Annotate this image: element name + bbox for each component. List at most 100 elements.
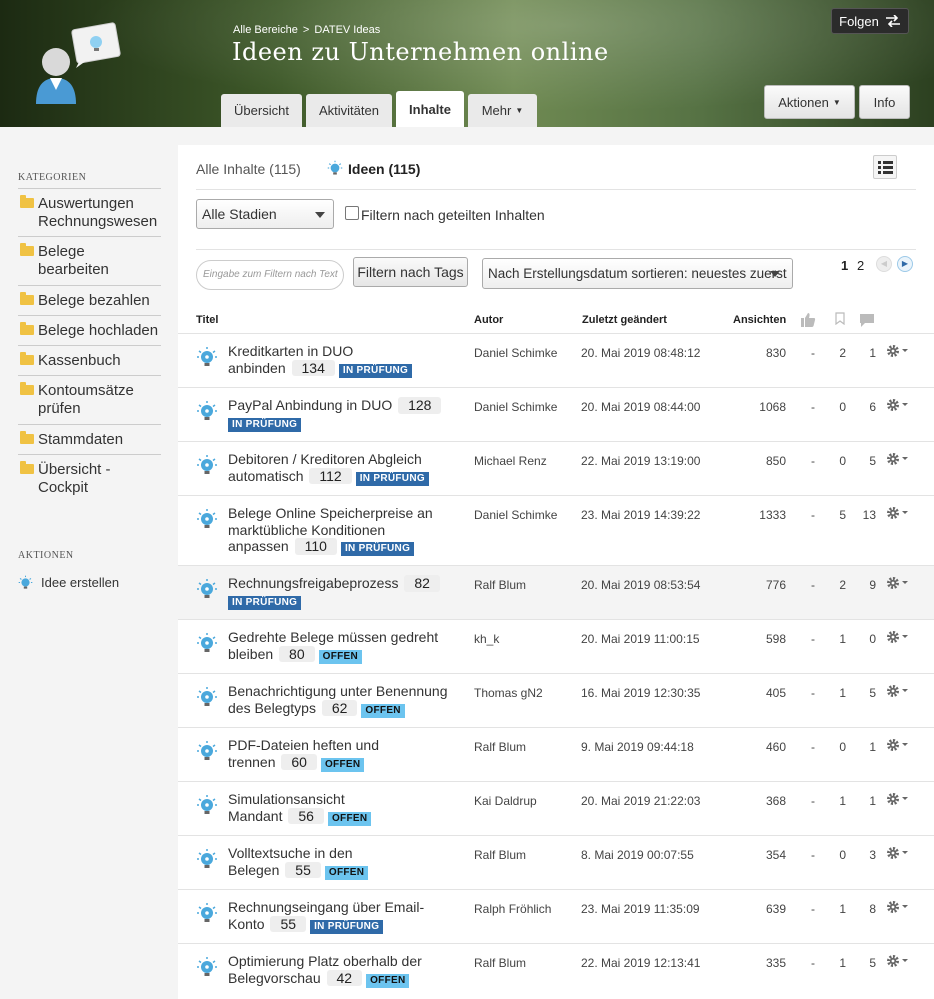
breadcrumb-current[interactable]: DATEV Ideas bbox=[314, 24, 380, 36]
author-link[interactable]: Ralf Blum bbox=[474, 848, 526, 862]
column-title[interactable]: Titel bbox=[196, 314, 218, 326]
idea-title-text[interactable]: Gedrehte Belege müssen gedreht bbox=[228, 629, 438, 645]
gear-icon[interactable] bbox=[886, 737, 910, 753]
idea-title-text[interactable]: Belege Online Speicherpreise an bbox=[228, 505, 433, 521]
sidebar-category-item[interactable]: Auswertungen Rechnungswesen bbox=[18, 188, 161, 231]
gear-icon[interactable] bbox=[886, 953, 910, 969]
idea-title[interactable]: Gedrehte Belege müssen gedreht bleiben 80… bbox=[228, 629, 458, 664]
author-link[interactable]: Ralf Blum bbox=[474, 740, 526, 754]
idea-title-text[interactable]: Rechnungseingang über Email- bbox=[228, 899, 424, 915]
idea-title[interactable]: Rechnungseingang über Email- Konto 55 IN P… bbox=[228, 899, 458, 934]
gear-icon[interactable] bbox=[886, 575, 910, 591]
author-link[interactable]: kh_k bbox=[474, 632, 499, 646]
author-link[interactable]: Daniel Schimke bbox=[474, 508, 557, 522]
idea-title-text[interactable]: PDF-Dateien heften und bbox=[228, 737, 379, 753]
ideas-filter-link[interactable]: Ideen (115) bbox=[348, 161, 420, 177]
idea-title[interactable]: Rechnungsfreigabeprozess 82 IN PRÜFUNG bbox=[228, 575, 458, 610]
idea-title-text[interactable]: Rechnungsfreigabeprozess bbox=[228, 575, 398, 591]
filter-tags-button[interactable]: Filtern nach Tags bbox=[353, 257, 468, 287]
idea-title-text[interactable]: Volltextsuche in den bbox=[228, 845, 353, 861]
gear-icon[interactable] bbox=[886, 397, 910, 413]
idea-title[interactable]: Benachrichtigung unter Benennung des Bele… bbox=[228, 683, 458, 718]
sidebar-category-item[interactable]: Belege hochladen bbox=[18, 315, 161, 340]
gear-icon[interactable] bbox=[886, 629, 910, 645]
author-link[interactable]: Thomas gN2 bbox=[474, 686, 543, 700]
sidebar-category-item[interactable]: Übersicht - Cockpit bbox=[18, 454, 161, 497]
idea-title-text[interactable]: Debitoren / Kreditoren Abgleich bbox=[228, 451, 422, 467]
column-views[interactable]: Ansichten bbox=[733, 314, 786, 326]
gear-icon[interactable] bbox=[886, 791, 910, 807]
page-2-link[interactable]: 2 bbox=[857, 258, 864, 273]
idea-title-text[interactable]: des Belegtyps bbox=[228, 700, 316, 716]
idea-title-text[interactable]: Benachrichtigung unter Benennung bbox=[228, 683, 448, 699]
idea-title-text[interactable]: Simulationsansicht bbox=[228, 791, 345, 807]
idea-title[interactable]: Debitoren / Kreditoren Abgleich automatis… bbox=[228, 451, 458, 486]
gear-icon[interactable] bbox=[886, 451, 910, 467]
idea-title[interactable]: Kreditkarten in DUO anbinden 134 IN PRÜFUN… bbox=[228, 343, 458, 378]
column-changed[interactable]: Zuletzt geändert bbox=[582, 314, 667, 326]
idea-title-text[interactable]: Kreditkarten in DUO bbox=[228, 343, 353, 359]
author-link[interactable]: Ralph Fröhlich bbox=[474, 902, 551, 916]
idea-title-text[interactable]: Konto bbox=[228, 916, 265, 932]
next-page-icon[interactable]: ▶ bbox=[897, 256, 913, 272]
list-view-button[interactable] bbox=[873, 155, 897, 179]
stage-select[interactable]: Alle Stadien bbox=[196, 199, 334, 229]
shared-filter-checkbox[interactable] bbox=[345, 206, 359, 220]
idea-title-text[interactable]: bleiben bbox=[228, 646, 273, 662]
idea-title-text[interactable]: automatisch bbox=[228, 468, 303, 484]
idea-title-text[interactable]: Optimierung Platz oberhalb der bbox=[228, 953, 422, 969]
info-button[interactable]: Info bbox=[859, 85, 910, 119]
idea-title[interactable]: Simulationsansicht Mandant 56 OFFEN bbox=[228, 791, 458, 826]
idea-title-text[interactable]: PayPal Anbindung in DUO bbox=[228, 397, 392, 413]
idea-title-text[interactable]: anbinden bbox=[228, 360, 286, 376]
sidebar-category-item[interactable]: Kassenbuch bbox=[18, 345, 161, 370]
idea-title-text[interactable]: Belegvorschau bbox=[228, 970, 321, 986]
sidebar-category-item[interactable]: Kontoumsätze prüfen bbox=[18, 375, 161, 418]
sort-select[interactable]: Nach Erstellungsdatum sortieren: neueste… bbox=[482, 258, 793, 289]
tag-filter-input[interactable]: Eingabe zum Filtern nach Text bbox=[196, 260, 344, 290]
idea-title[interactable]: Belege Online Speicherpreise an marktübli… bbox=[228, 505, 458, 556]
page-1-link[interactable]: 1 bbox=[841, 258, 848, 273]
gear-icon[interactable] bbox=[886, 683, 910, 699]
list-view-icon bbox=[878, 161, 893, 174]
tab-overview[interactable]: Übersicht bbox=[221, 94, 302, 127]
tab-content[interactable]: Inhalte bbox=[396, 91, 464, 127]
idea-title[interactable]: Volltextsuche in den Belegen 55 OFFEN bbox=[228, 845, 458, 880]
author-link[interactable]: Daniel Schimke bbox=[474, 400, 557, 414]
sidebar-category-item[interactable]: Belege bezahlen bbox=[18, 285, 161, 310]
tab-more[interactable]: Mehr ▼ bbox=[468, 94, 537, 127]
idea-title-text[interactable]: Mandant bbox=[228, 808, 282, 824]
idea-title-text[interactable]: marktübliche Konditionen bbox=[228, 522, 385, 538]
changed-date: 8. Mai 2019 00:07:55 bbox=[581, 848, 694, 862]
actions-button[interactable]: Aktionen ▼ bbox=[764, 85, 855, 119]
thumbs-up-icon[interactable] bbox=[800, 312, 816, 327]
idea-title[interactable]: Optimierung Platz oberhalb der Belegvorsc… bbox=[228, 953, 458, 988]
author-link[interactable]: Ralf Blum bbox=[474, 956, 526, 970]
follow-button[interactable]: Folgen bbox=[831, 8, 909, 34]
idea-title[interactable]: PayPal Anbindung in DUO 128 IN PRÜFUNG bbox=[228, 397, 458, 432]
idea-title-text[interactable]: Belegen bbox=[228, 862, 279, 878]
table-row: Debitoren / Kreditoren Abgleich automatis… bbox=[178, 441, 934, 495]
idea-title-text[interactable]: anpassen bbox=[228, 538, 289, 554]
tab-activities[interactable]: Aktivitäten bbox=[306, 94, 392, 127]
gear-icon[interactable] bbox=[886, 899, 910, 915]
comment-icon[interactable] bbox=[859, 313, 875, 328]
create-idea-link[interactable]: Idee erstellen bbox=[18, 575, 119, 590]
idea-title[interactable]: PDF-Dateien heften und trennen 60 OFFEN bbox=[228, 737, 458, 772]
gear-icon[interactable] bbox=[886, 505, 910, 521]
sidebar-category-item[interactable]: Stammdaten bbox=[18, 424, 161, 449]
author-link[interactable]: Michael Renz bbox=[474, 454, 547, 468]
gear-icon[interactable] bbox=[886, 845, 910, 861]
idea-title-text[interactable]: trennen bbox=[228, 754, 275, 770]
all-content-link[interactable]: Alle Inhalte (115) bbox=[196, 161, 301, 177]
bookmark-icon[interactable] bbox=[835, 312, 845, 325]
author-link[interactable]: Ralf Blum bbox=[474, 578, 526, 592]
author-link[interactable]: Daniel Schimke bbox=[474, 346, 557, 360]
breadcrumb-root[interactable]: Alle Bereiche bbox=[233, 24, 298, 36]
author-link[interactable]: Kai Daldrup bbox=[474, 794, 537, 808]
sidebar-category-item[interactable]: Belege bearbeiten bbox=[18, 236, 161, 279]
column-author[interactable]: Autor bbox=[474, 314, 503, 326]
prev-page-icon[interactable]: ◀ bbox=[876, 256, 892, 272]
changed-date: 20. Mai 2019 21:22:03 bbox=[581, 794, 701, 808]
gear-icon[interactable] bbox=[886, 343, 910, 359]
